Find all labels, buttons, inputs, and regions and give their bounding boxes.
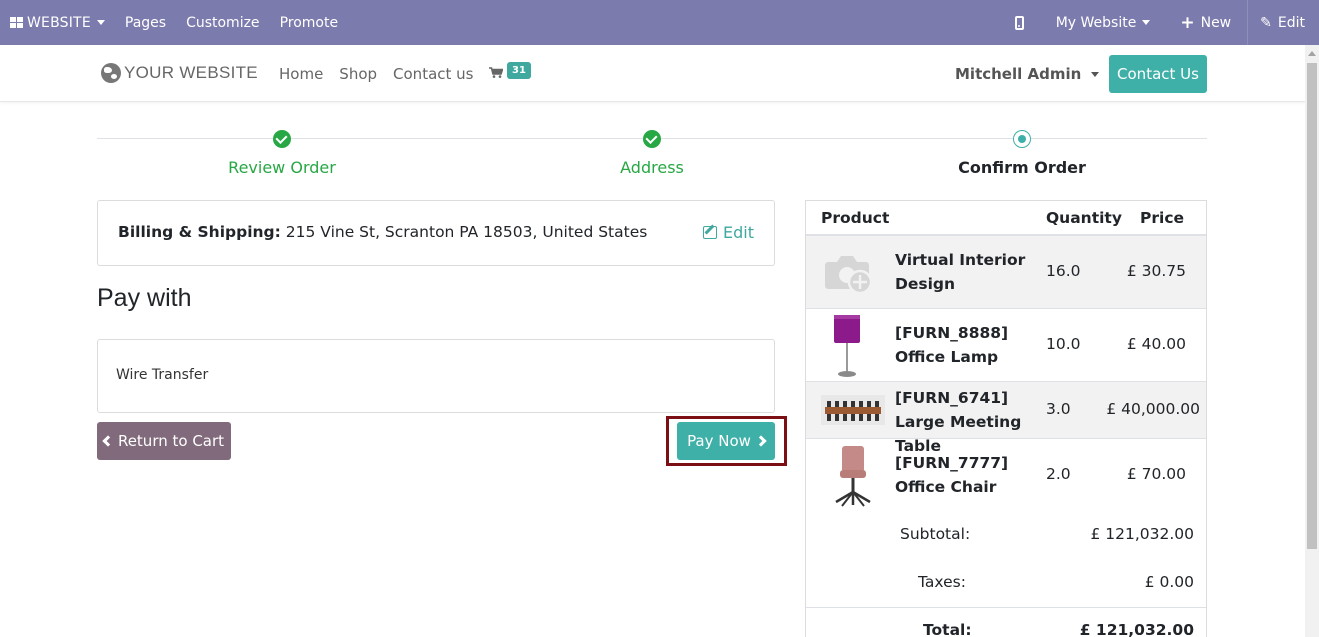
billing-shipping-card: Billing & Shipping: 215 Vine St, Scranto… — [97, 200, 775, 266]
column-header-quantity: Quantity — [1046, 209, 1122, 227]
cart-icon[interactable] — [489, 67, 503, 78]
column-header-product: Product — [821, 209, 890, 227]
order-summary-table: Product Quantity Price Virtual Interior … — [805, 200, 1207, 637]
step-done-check-icon — [643, 130, 661, 148]
product-price: £ 40.00 — [1126, 335, 1186, 353]
product-price: £ 30.75 — [1126, 262, 1186, 280]
product-quantity: 2.0 — [1046, 465, 1071, 483]
contact-us-button[interactable]: Contact Us — [1109, 55, 1207, 93]
scroll-up-icon[interactable] — [1308, 51, 1316, 56]
site-header: YOUR WEBSITE Home Shop Contact us Mitche… — [0, 45, 1305, 102]
new-button[interactable]: + New — [1170, 0, 1241, 45]
website-editor-bar: WEBSITE Pages Customize Promote My Websi… — [0, 0, 1319, 45]
taxes-value: £ 0.00 — [1144, 573, 1194, 591]
column-header-price: Price — [1140, 209, 1185, 227]
website-selector-label: My Website — [1055, 14, 1137, 31]
plus-icon: + — [1180, 12, 1195, 33]
payment-option-wire-transfer[interactable]: Wire Transfer — [116, 367, 208, 383]
total-divider — [806, 607, 1206, 608]
mobile-preview-icon[interactable] — [1014, 15, 1024, 30]
step-review-order[interactable]: Review Order — [228, 158, 336, 177]
return-to-cart-button[interactable]: Return to Cart — [97, 422, 231, 460]
step-done-check-icon — [273, 130, 291, 148]
billing-label: Billing & Shipping: — [118, 223, 281, 241]
website-menu[interactable]: WEBSITE — [0, 0, 115, 45]
table-row: [FURN_7777] Office Chair 2.0 £ 70.00 — [806, 438, 1206, 510]
product-price: £ 70.00 — [1126, 465, 1186, 483]
edit-address-link[interactable]: Edit — [703, 223, 754, 242]
product-quantity: 3.0 — [1046, 400, 1071, 418]
pay-with-heading: Pay with — [97, 284, 192, 312]
subtotal-label: Subtotal: — [900, 525, 971, 543]
step-current-dot-icon — [1013, 130, 1031, 148]
globe-icon — [101, 63, 121, 83]
total-label: Total: — [923, 621, 972, 637]
chevron-down-icon — [1091, 71, 1100, 77]
user-name: Mitchell Admin — [955, 65, 1082, 83]
return-to-cart-label: Return to Cart — [117, 432, 225, 450]
step-address[interactable]: Address — [620, 158, 684, 177]
product-name[interactable]: [FURN_8888] Office Lamp — [895, 321, 1043, 369]
table-row: Virtual Interior Design 16.0 £ 30.75 — [806, 235, 1206, 308]
nav-home[interactable]: Home — [279, 65, 323, 83]
nav-shop[interactable]: Shop — [339, 65, 377, 83]
edit-icon — [703, 226, 718, 239]
customize-menu[interactable]: Customize — [176, 0, 270, 45]
apps-grid-icon — [10, 17, 23, 28]
chevron-down-icon — [96, 20, 105, 25]
pencil-icon: ✎ — [1260, 14, 1272, 31]
promote-menu[interactable]: Promote — [270, 0, 349, 45]
edit-button-label: Edit — [1277, 14, 1305, 31]
edit-button[interactable]: ✎ Edit — [1247, 0, 1319, 45]
site-logo-text: YOUR WEBSITE — [124, 63, 258, 82]
chevron-down-icon — [1142, 20, 1151, 25]
product-quantity: 10.0 — [1046, 335, 1081, 353]
product-name[interactable]: Virtual Interior Design — [895, 248, 1043, 296]
pages-menu[interactable]: Pages — [115, 0, 176, 45]
office-chair-image — [835, 446, 871, 507]
pay-now-label: Pay Now — [687, 432, 751, 450]
office-lamp-image — [834, 315, 860, 377]
taxes-label: Taxes: — [918, 573, 966, 591]
subtotal-value: £ 121,032.00 — [1090, 525, 1194, 543]
nav-contact-us[interactable]: Contact us — [393, 65, 473, 83]
total-value: £ 121,032.00 — [1079, 621, 1194, 637]
product-price: £ 40,000.00 — [1106, 400, 1200, 418]
billing-address: Billing & Shipping: 215 Vine St, Scranto… — [118, 223, 647, 241]
payment-methods-card: Wire Transfer — [97, 339, 775, 413]
scrollbar-thumb[interactable] — [1307, 63, 1317, 549]
table-row: [FURN_8888] Office Lamp 10.0 £ 40.00 — [806, 308, 1206, 381]
product-quantity: 16.0 — [1046, 262, 1081, 280]
chevron-left-icon — [102, 435, 114, 447]
user-menu[interactable]: Mitchell Admin — [955, 65, 1100, 83]
product-name[interactable]: [FURN_7777] Office Chair — [895, 451, 1043, 499]
cart-count-badge[interactable]: 31 — [507, 62, 531, 79]
billing-address-value: 215 Vine St, Scranton PA 18503, United S… — [285, 223, 648, 241]
step-confirm-order: Confirm Order — [958, 158, 1086, 177]
site-logo[interactable]: YOUR WEBSITE — [101, 63, 258, 83]
chevron-right-icon — [755, 435, 767, 447]
meeting-table-image — [821, 395, 885, 425]
product-placeholder-camera-icon — [825, 256, 873, 294]
edit-address-label: Edit — [723, 223, 754, 242]
website-selector[interactable]: My Website — [1046, 0, 1161, 45]
new-button-label: New — [1200, 14, 1232, 31]
website-menu-label: WEBSITE — [27, 14, 91, 31]
main-nav: Home Shop Contact us — [271, 65, 481, 83]
pay-now-button[interactable]: Pay Now — [677, 422, 775, 460]
table-row: [FURN_6741] Large Meeting Table 3.0 £ 40… — [806, 381, 1206, 455]
page-scrollbar[interactable] — [1305, 45, 1319, 637]
